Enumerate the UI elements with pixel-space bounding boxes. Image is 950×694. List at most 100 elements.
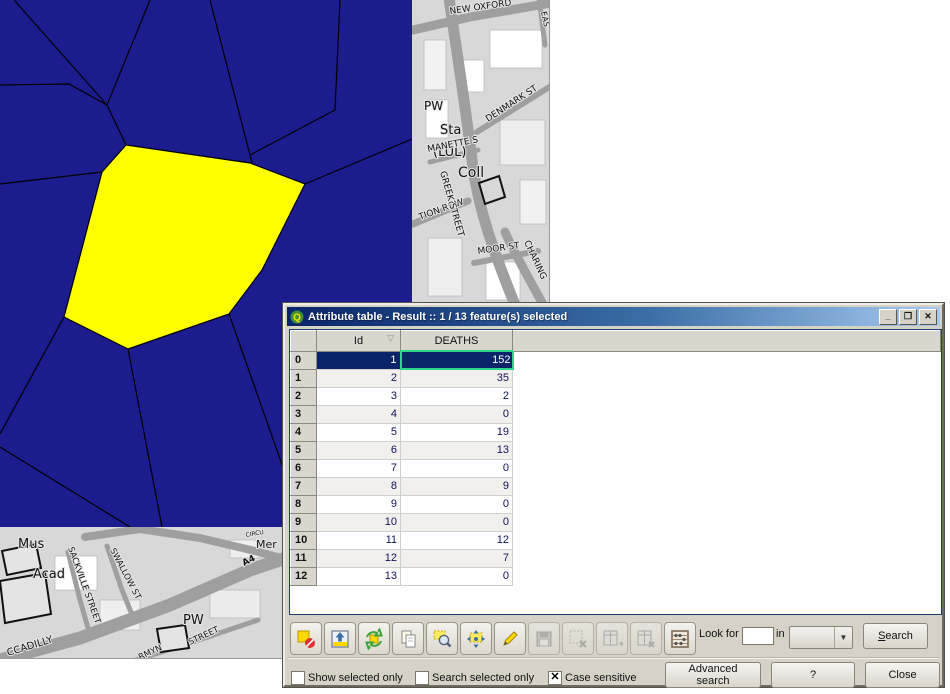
id-cell[interactable]: 5 [317, 423, 401, 441]
field-select-dropdown[interactable]: ▼ [789, 626, 853, 649]
id-cell[interactable]: 13 [317, 567, 401, 585]
move-selected-to-top-button[interactable] [324, 622, 356, 655]
corner-header-cell[interactable] [291, 331, 317, 352]
id-cell[interactable]: 8 [317, 477, 401, 495]
close-window-button[interactable]: ✕ [919, 309, 937, 325]
look-for-label: Look for [699, 628, 739, 640]
advanced-search-button[interactable]: Advanced search [665, 662, 761, 688]
deaths-cell[interactable]: 9 [401, 477, 513, 495]
field-calculator-button[interactable] [664, 622, 696, 655]
id-header-label: Id [354, 335, 363, 347]
unselect-all-button[interactable] [290, 622, 322, 655]
search-rest: earch [885, 630, 913, 642]
save-edits-button[interactable] [528, 622, 560, 655]
row-header-cell[interactable]: 5 [291, 441, 317, 459]
id-cell[interactable]: 3 [317, 387, 401, 405]
table-row[interactable]: 101112 [291, 531, 941, 549]
deaths-cell[interactable]: 12 [401, 531, 513, 549]
pw-label: PW [424, 99, 443, 113]
street-label: RMYN [137, 643, 164, 658]
id-cell[interactable]: 6 [317, 441, 401, 459]
college-label: Coll [458, 165, 484, 181]
new-column-button[interactable]: ✶ [596, 622, 628, 655]
deaths-cell[interactable]: 0 [401, 459, 513, 477]
row-header-cell[interactable]: 11 [291, 549, 317, 567]
row-header-cell[interactable]: 8 [291, 495, 317, 513]
table-row[interactable]: 340 [291, 405, 941, 423]
row-header-cell[interactable]: 12 [291, 567, 317, 585]
row-header-cell[interactable]: 1 [291, 369, 317, 387]
maximize-button[interactable]: ❐ [899, 309, 917, 325]
delete-column-button[interactable] [630, 622, 662, 655]
deaths-cell[interactable]: 35 [401, 369, 513, 387]
filler-header-cell [513, 331, 941, 352]
id-cell[interactable]: 11 [317, 531, 401, 549]
separator [288, 657, 939, 659]
row-header-cell[interactable]: 6 [291, 459, 317, 477]
dialog-title: Attribute table - Result :: 1 / 13 featu… [308, 311, 567, 323]
row-header-cell[interactable]: 9 [291, 513, 317, 531]
id-cell[interactable]: 7 [317, 459, 401, 477]
zoom-to-selected-button[interactable] [426, 622, 458, 655]
row-header-cell[interactable]: 4 [291, 423, 317, 441]
svg-text:✶: ✶ [618, 639, 623, 649]
id-cell[interactable]: 2 [317, 369, 401, 387]
deaths-cell[interactable]: 152 [401, 351, 513, 369]
deaths-cell[interactable]: 0 [401, 405, 513, 423]
table-row[interactable]: 01152 [291, 351, 941, 369]
table-row[interactable]: 1235 [291, 369, 941, 387]
pw-label: PW [183, 613, 204, 628]
id-cell[interactable]: 10 [317, 513, 401, 531]
filler-cell [513, 495, 941, 513]
filler-cell [513, 423, 941, 441]
id-column-header[interactable]: Id ▽ [317, 331, 401, 352]
table-row[interactable]: 9100 [291, 513, 941, 531]
table-row[interactable]: 5613 [291, 441, 941, 459]
pan-to-selected-button[interactable] [460, 622, 492, 655]
case-sensitive-checkbox[interactable]: ✕ [548, 671, 562, 685]
filler-cell [513, 441, 941, 459]
toggle-editing-button[interactable] [494, 622, 526, 655]
row-header-cell[interactable]: 10 [291, 531, 317, 549]
look-for-input[interactable] [742, 627, 774, 645]
chevron-down-icon[interactable]: ▼ [834, 627, 852, 648]
deaths-column-header[interactable]: DEATHS [401, 331, 513, 352]
minimize-button[interactable]: _ [879, 309, 897, 325]
filler-cell [513, 351, 941, 369]
row-header-cell[interactable]: 7 [291, 477, 317, 495]
id-cell[interactable]: 1 [317, 351, 401, 369]
deaths-cell[interactable]: 7 [401, 549, 513, 567]
dialog-titlebar[interactable]: Q Attribute table - Result :: 1 / 13 fea… [287, 307, 940, 326]
deaths-cell[interactable]: 0 [401, 567, 513, 585]
invert-selection-button[interactable] [358, 622, 390, 655]
deaths-cell[interactable]: 2 [401, 387, 513, 405]
table-row[interactable]: 890 [291, 495, 941, 513]
table-row[interactable]: 670 [291, 459, 941, 477]
table-row[interactable]: 12130 [291, 567, 941, 585]
deaths-cell[interactable]: 0 [401, 513, 513, 531]
close-button[interactable]: Close [865, 662, 940, 688]
row-header-cell[interactable]: 3 [291, 405, 317, 423]
search-selected-only-checkbox[interactable] [415, 671, 429, 685]
delete-selected-button[interactable] [562, 622, 594, 655]
screen: { "window": { "title": "Attribute table … [0, 0, 950, 694]
table-row[interactable]: 789 [291, 477, 941, 495]
show-selected-only-checkbox[interactable] [291, 671, 305, 685]
row-header-cell[interactable]: 0 [291, 351, 317, 369]
id-cell[interactable]: 4 [317, 405, 401, 423]
svg-text:Q: Q [293, 312, 301, 323]
table-row[interactable]: 11127 [291, 549, 941, 567]
id-cell[interactable]: 12 [317, 549, 401, 567]
row-header-cell[interactable]: 2 [291, 387, 317, 405]
deaths-cell[interactable]: 13 [401, 441, 513, 459]
filler-cell [513, 531, 941, 549]
deaths-cell[interactable]: 19 [401, 423, 513, 441]
search-button[interactable]: Search [863, 623, 928, 649]
deaths-cell[interactable]: 0 [401, 495, 513, 513]
attribute-table[interactable]: Id ▽ DEATHS 0115212352323404519561367078… [289, 329, 942, 615]
table-row[interactable]: 4519 [291, 423, 941, 441]
help-button[interactable]: ? [771, 662, 855, 688]
id-cell[interactable]: 9 [317, 495, 401, 513]
copy-selected-rows-button[interactable] [392, 622, 424, 655]
table-row[interactable]: 232 [291, 387, 941, 405]
